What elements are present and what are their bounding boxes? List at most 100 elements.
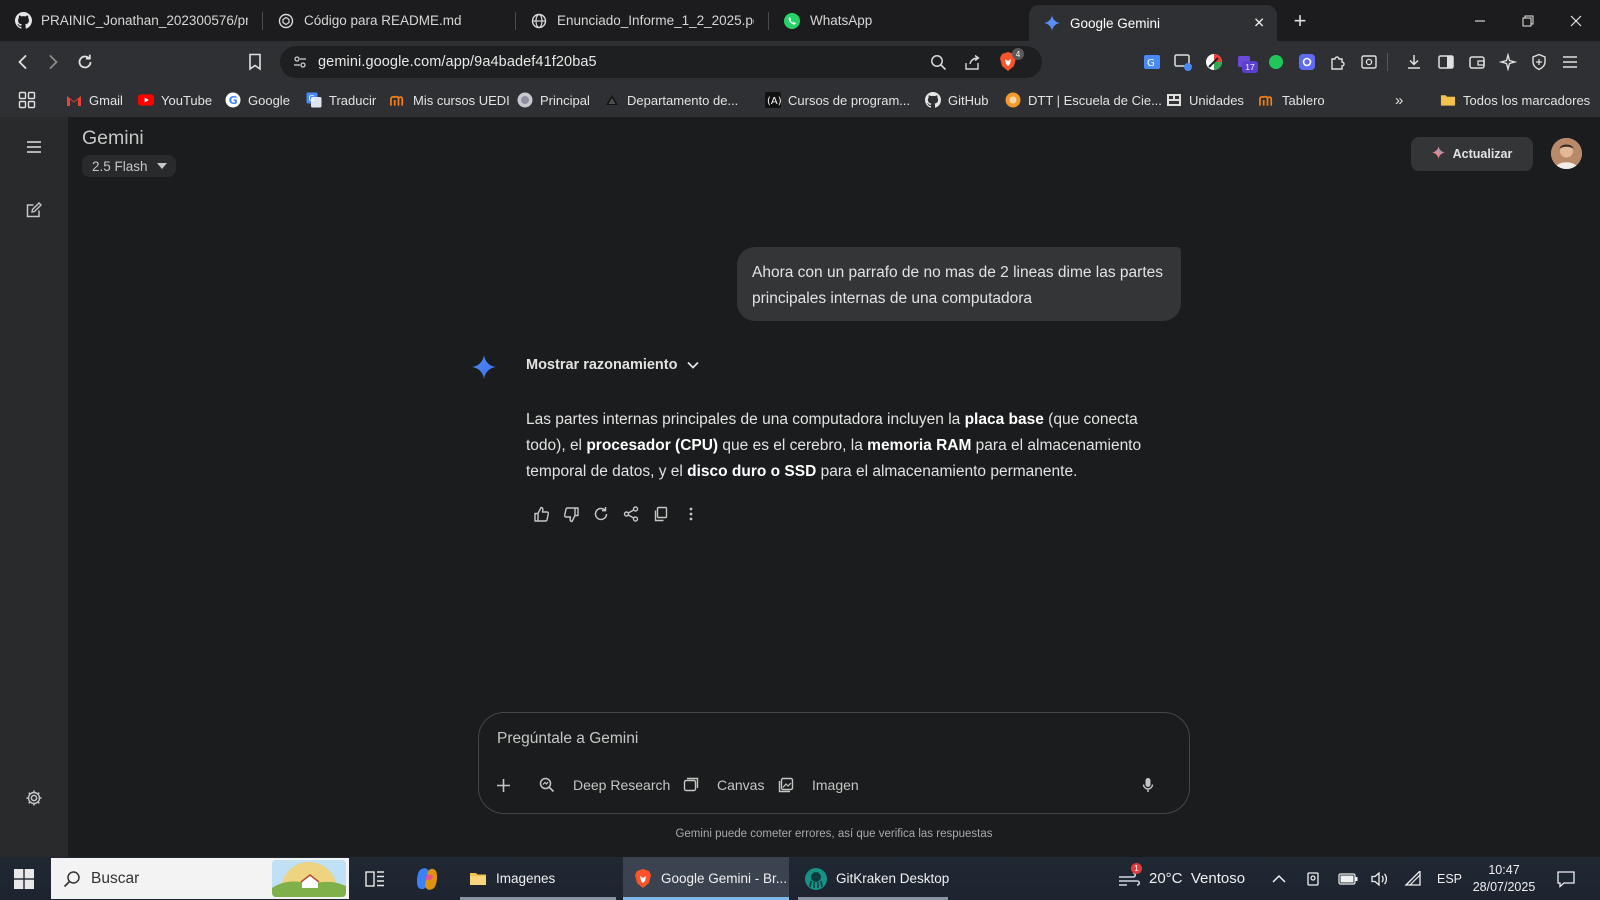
status-extension-icon[interactable] [1266,52,1286,72]
close-window-button[interactable] [1552,0,1600,41]
tab-search-icon[interactable] [1359,52,1379,72]
image-button[interactable]: Imagen [778,773,859,797]
bookmark-youtube[interactable]: YouTube [138,83,212,117]
user-message-text: Ahora con un parrafo de no mas de 2 line… [752,264,1163,307]
bookmark-cursos-programacion[interactable]: (A) Cursos de program... [765,83,910,117]
bookmark-github[interactable]: GitHub [925,83,988,117]
bookmark-dtt[interactable]: DTT | Escuela de Cie... [1005,83,1162,117]
meet-now-icon[interactable] [1306,857,1322,900]
bookmark-mis-cursos-uedi[interactable]: Mis cursos UEDI [390,83,510,117]
new-tab-button[interactable]: + [1283,4,1317,38]
response-text-part: que es el cerebro, la [718,437,868,454]
share-icon[interactable] [616,502,646,526]
windows-start-button[interactable] [14,857,34,900]
browser-tab-strip: PRAINIC_Jonathan_202300576/prom Código p… [0,0,1600,41]
minimize-window-button[interactable] [1456,0,1504,41]
canvas-label: Canvas [717,777,765,793]
language-label: ESP [1437,871,1463,886]
battery-icon[interactable] [1338,857,1358,900]
task-view-button[interactable] [365,857,385,900]
thumbs-up-icon[interactable] [526,502,556,526]
notifications-icon[interactable] [1556,857,1576,900]
url-text[interactable]: gemini.google.com/app/9a4badef41f20ba5 [318,54,597,70]
forward-button[interactable] [38,47,68,77]
site-settings-icon[interactable] [292,54,308,70]
settings-extension-icon[interactable] [1297,52,1317,72]
screen-extension-icon[interactable] [1173,52,1193,72]
prompt-input[interactable]: Pregúntale a Gemini [497,730,638,748]
close-tab-icon[interactable]: ✕ [1253,15,1265,32]
tab-google-gemini[interactable]: Google Gemini ✕ [1029,5,1277,41]
clock[interactable]: 10:47 28/07/2025 [1473,857,1536,900]
bookmark-principal[interactable]: Principal [517,83,590,117]
reload-button[interactable] [70,47,100,77]
bookmark-page-icon[interactable] [240,47,270,77]
microphone-icon[interactable] [1142,773,1163,797]
wallet-icon[interactable] [1467,52,1487,72]
tab-readme[interactable]: Código para README.md [263,0,515,41]
taskbar-app-label: GitKraken Desktop [836,871,950,886]
new-chat-button[interactable] [20,196,48,224]
bookmark-unidades[interactable]: Unidades [1166,83,1244,117]
color-extension-icon[interactable] [1204,52,1224,72]
more-options-icon[interactable] [676,502,706,526]
weather-widget[interactable]: 1 20°C Ventoso [1117,857,1245,900]
main-menu-button[interactable] [20,133,48,161]
tab-pdf[interactable]: Enunciado_Informe_1_2_2025.pdf [516,0,768,41]
bookmark-google[interactable]: G Google [225,83,290,117]
bookmark-traducir[interactable]: G Traducir [306,83,376,117]
upgrade-button[interactable]: Actualizar [1411,137,1533,171]
translate-extension-icon[interactable]: G [1142,52,1162,72]
extensions-puzzle-icon[interactable] [1328,52,1348,72]
model-selector[interactable]: 2.5 Flash [82,155,176,177]
departamento-icon [604,92,620,108]
bookmark-gmail[interactable]: Gmail [66,83,123,117]
taskbar-app-imagenes[interactable]: Imagenes [459,857,617,900]
show-reasoning-toggle[interactable]: Mostrar razonamiento [526,357,700,373]
show-hidden-icons-button[interactable] [1272,857,1286,900]
back-button[interactable] [8,47,38,77]
bookmark-tablero[interactable]: Tablero [1259,83,1325,117]
bookmark-label: Traducir [329,92,377,108]
leo-ai-icon[interactable] [1498,52,1518,72]
taskbar-search-box[interactable]: Buscar [51,858,349,899]
tab-github[interactable]: PRAINIC_Jonathan_202300576/prom [0,0,262,41]
taskbar-app-label: Imagenes [496,871,556,886]
taskbar-app-brave[interactable]: Google Gemini - Br... [623,857,789,900]
all-bookmarks-folder[interactable]: Todos los marcadores [1440,83,1590,117]
share-icon[interactable] [964,54,981,76]
github-icon [14,12,32,30]
response-text-part: para el almacenamiento permanente. [816,463,1078,480]
user-avatar[interactable] [1551,138,1582,169]
deep-research-icon [539,777,564,793]
whatsapp-icon [783,12,801,30]
upgrade-label: Actualizar [1452,147,1513,161]
deep-research-button[interactable]: Deep Research [539,773,670,797]
taskbar-app-gitkraken[interactable]: GitKraken Desktop [794,857,952,900]
address-bar[interactable]: gemini.google.com/app/9a4badef41f20ba5 4 [280,46,1042,78]
copy-icon[interactable] [646,502,676,526]
zoom-search-icon[interactable] [930,54,947,76]
canvas-button[interactable]: Canvas [683,773,764,797]
volume-icon[interactable] [1370,857,1388,900]
vpn-shield-icon[interactable] [1529,52,1549,72]
restore-window-button[interactable] [1504,0,1552,41]
bookmark-label: DTT | Escuela de Cie... [1028,92,1162,108]
copilot-icon[interactable] [414,857,440,900]
bookmark-departamento[interactable]: Departamento de... [604,83,738,117]
thumbs-down-icon[interactable] [556,502,586,526]
bookmarks-overflow-button[interactable]: » [1395,83,1403,117]
settings-gear-button[interactable] [20,784,48,812]
regenerate-icon[interactable] [586,502,616,526]
prompt-composer[interactable]: Pregúntale a Gemini Deep Research Canvas… [478,712,1190,814]
add-attachment-button[interactable] [496,773,520,797]
input-language[interactable]: ESP [1437,857,1462,900]
tab-whatsapp[interactable]: WhatsApp [769,0,1021,41]
apps-grid-button[interactable] [18,83,36,117]
wifi-icon[interactable] [1404,857,1422,900]
downloads-icon[interactable] [1404,52,1424,72]
sidebar-toggle-icon[interactable] [1436,52,1456,72]
folder-icon [469,870,487,888]
menu-hamburger-icon[interactable] [1560,52,1580,72]
model-response-text: Las partes internas principales de una c… [526,407,1176,485]
